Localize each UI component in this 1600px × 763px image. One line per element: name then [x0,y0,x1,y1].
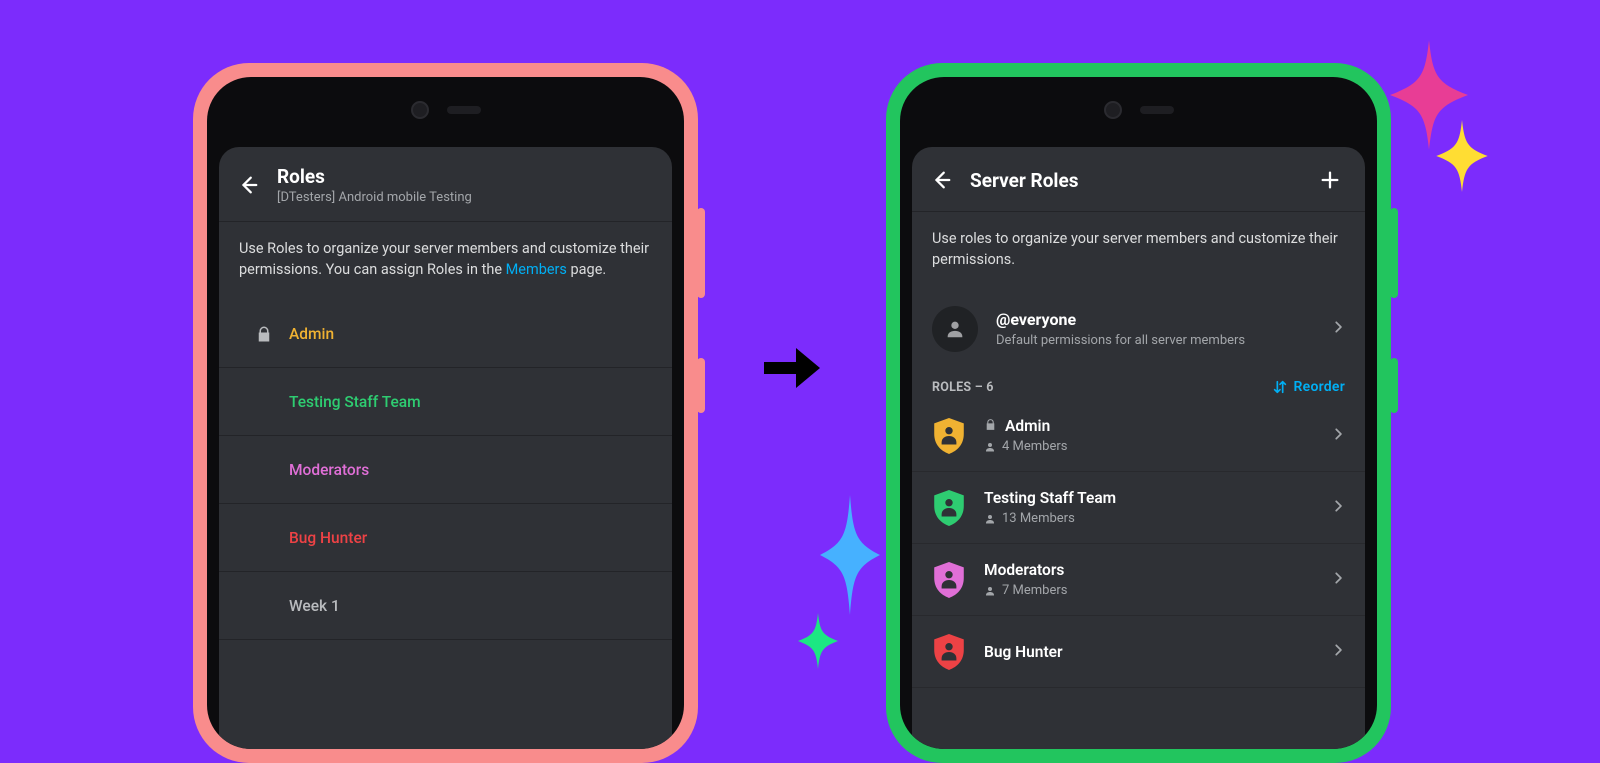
role-row[interactable]: Week 1 [219,572,672,640]
page-subtitle: [DTesters] Android mobile Testing [277,190,652,205]
phone-side-button [697,208,705,298]
roles-count-label: ROLES – 6 [932,380,994,395]
role-name: Moderators [984,561,1067,579]
person-icon [984,441,996,453]
role-row[interactable]: Admin 4 Members [912,400,1365,472]
phone-side-button [697,358,705,413]
description-text: page. [567,261,606,278]
role-name: Bug Hunter [289,529,367,547]
header: Server Roles [912,147,1365,212]
sparkle-icon [798,613,838,673]
lock-icon [239,325,289,343]
shield-icon [932,419,966,453]
everyone-role-name: @everyone [996,310,1245,329]
everyone-role-row[interactable]: @everyone Default permissions for all se… [912,290,1365,374]
role-name: Admin [984,417,1067,435]
chevron-right-icon [1331,320,1345,338]
phone-side-button [1390,358,1398,413]
sparkle-icon [820,495,880,619]
role-name: Testing Staff Team [289,393,421,411]
phone-notch [411,101,481,119]
description: Use roles to organize your server member… [912,212,1365,290]
chevron-right-icon [1331,571,1345,589]
role-row[interactable]: Admin [219,300,672,368]
phone-side-button [1390,208,1398,298]
phone-notch [1104,101,1174,119]
role-name: Testing Staff Team [984,489,1116,507]
header: Roles [DTesters] Android mobile Testing [219,147,672,222]
phone-new: Server Roles Use roles to organize your … [886,63,1391,763]
role-member-count: 7 Members [984,583,1067,598]
role-row[interactable]: Moderators 7 Members [912,544,1365,616]
chevron-right-icon [1331,643,1345,661]
sparkle-icon [1436,120,1488,196]
shield-icon [932,491,966,525]
role-row[interactable]: Moderators [219,436,672,504]
shield-icon [932,635,966,669]
reorder-button[interactable]: Reorder [1272,379,1345,395]
role-name: Week 1 [289,597,340,615]
description: Use Roles to organize your server member… [219,222,672,300]
everyone-role-sub: Default permissions for all server membe… [996,333,1245,348]
page-title: Server Roles [970,169,1301,192]
shield-icon [932,563,966,597]
roles-panel-old: Roles [DTesters] Android mobile Testing … [219,147,672,749]
phone-screen: Roles [DTesters] Android mobile Testing … [207,77,684,749]
person-icon [984,585,996,597]
person-icon [984,513,996,525]
role-row[interactable]: Testing Staff Team [219,368,672,436]
add-role-button[interactable] [1315,165,1345,195]
person-icon [932,306,978,352]
members-link[interactable]: Members [506,261,567,278]
role-row[interactable]: Bug Hunter [219,504,672,572]
arrow-icon [760,340,824,400]
role-member-count: 4 Members [984,439,1067,454]
role-row[interactable]: Bug Hunter [912,616,1365,688]
role-name: Bug Hunter [984,643,1063,661]
phone-screen: Server Roles Use roles to organize your … [900,77,1377,749]
phone-old: Roles [DTesters] Android mobile Testing … [193,63,698,763]
role-member-count: 13 Members [984,511,1116,526]
role-name: Moderators [289,461,369,479]
reorder-icon [1272,379,1288,395]
role-name: Admin [289,325,334,343]
role-row[interactable]: Testing Staff Team 13 Members [912,472,1365,544]
back-icon[interactable] [233,170,263,200]
lock-icon [984,417,997,435]
roles-panel-new: Server Roles Use roles to organize your … [912,147,1365,749]
reorder-label: Reorder [1294,379,1345,395]
chevron-right-icon [1331,499,1345,517]
roles-section-header: ROLES – 6 Reorder [912,374,1365,400]
back-icon[interactable] [926,165,956,195]
chevron-right-icon [1331,427,1345,445]
page-title: Roles [277,165,652,188]
